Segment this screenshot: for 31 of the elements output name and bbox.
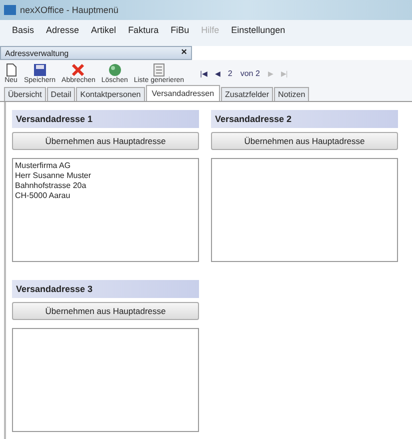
- menu-item[interactable]: Basis: [12, 25, 34, 35]
- app-icon: [4, 5, 16, 15]
- tab[interactable]: Notizen: [274, 87, 310, 101]
- copy-button[interactable]: Übernehmen aus Hauptadresse: [211, 132, 398, 150]
- menu-item[interactable]: Einstellungen: [231, 25, 286, 35]
- record-position: 2: [228, 69, 232, 78]
- panel-title: Adressverwaltung: [5, 48, 69, 58]
- window-title: nexXOffice - Hauptmenü: [20, 5, 118, 15]
- section-header: Versandadresse 3: [12, 280, 199, 298]
- tab[interactable]: Kontaktpersonen: [76, 87, 145, 101]
- menu-item[interactable]: FiBu: [170, 25, 190, 35]
- menu-item[interactable]: Faktura: [128, 25, 159, 35]
- menu-item[interactable]: Artikel: [91, 25, 116, 35]
- page-icon: [4, 63, 18, 77]
- copy-button[interactable]: Übernehmen aus Hauptadresse: [12, 132, 199, 150]
- tab[interactable]: Übersicht: [4, 87, 46, 101]
- copy-button[interactable]: Übernehmen aus Hauptadresse: [12, 302, 199, 320]
- close-button[interactable]: ×: [181, 48, 187, 58]
- cross-icon: [71, 63, 86, 77]
- tab[interactable]: Zusatzfelder: [221, 87, 274, 101]
- section-header: Versandadresse 1: [12, 110, 199, 128]
- menu-item[interactable]: Adresse: [46, 25, 80, 35]
- address-field[interactable]: Musterfirma AG Herr Susanne Muster Bahnhofstrasse 20a CH-5000 Aarau: [12, 158, 199, 262]
- record-count: von 2: [240, 69, 260, 78]
- tab[interactable]: Versandadressen: [146, 85, 220, 101]
- globe-icon: [108, 63, 122, 77]
- section-header: Versandadresse 2: [211, 110, 398, 128]
- tab[interactable]: Detail: [46, 87, 76, 101]
- address-field[interactable]: [12, 328, 199, 432]
- list-icon: [152, 63, 166, 77]
- address-field[interactable]: [211, 158, 398, 262]
